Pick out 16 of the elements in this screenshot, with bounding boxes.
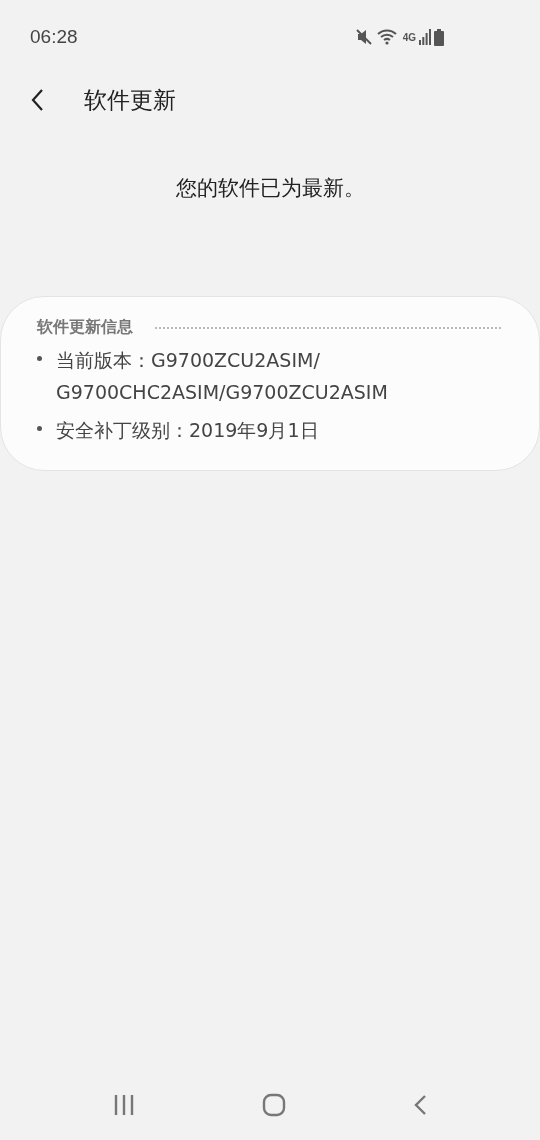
status-message: 您的软件已为最新。: [174, 175, 366, 202]
bullet-icon: [37, 426, 42, 431]
wifi-icon: [375, 28, 398, 46]
signal-icon: [419, 29, 431, 45]
status-time: 06:28: [30, 26, 78, 48]
page-title: 软件更新: [84, 85, 176, 115]
section-heading: 软件更新信息: [37, 317, 133, 338]
info-text: 当前版本：G9700ZCU2ASIM/ G9700CHC2ASIM/G9700ZCU2ASIM: [56, 348, 389, 405]
recents-icon[interactable]: [113, 1094, 136, 1116]
mute-icon: [354, 28, 373, 46]
battery-icon: [434, 28, 444, 46]
back-icon[interactable]: [412, 1094, 427, 1116]
home-icon[interactable]: [262, 1093, 286, 1117]
bullet-icon: [37, 356, 42, 361]
network-type: 4G: [402, 31, 416, 43]
info-text: 安全补丁级别：2019年9月1日: [56, 418, 319, 443]
